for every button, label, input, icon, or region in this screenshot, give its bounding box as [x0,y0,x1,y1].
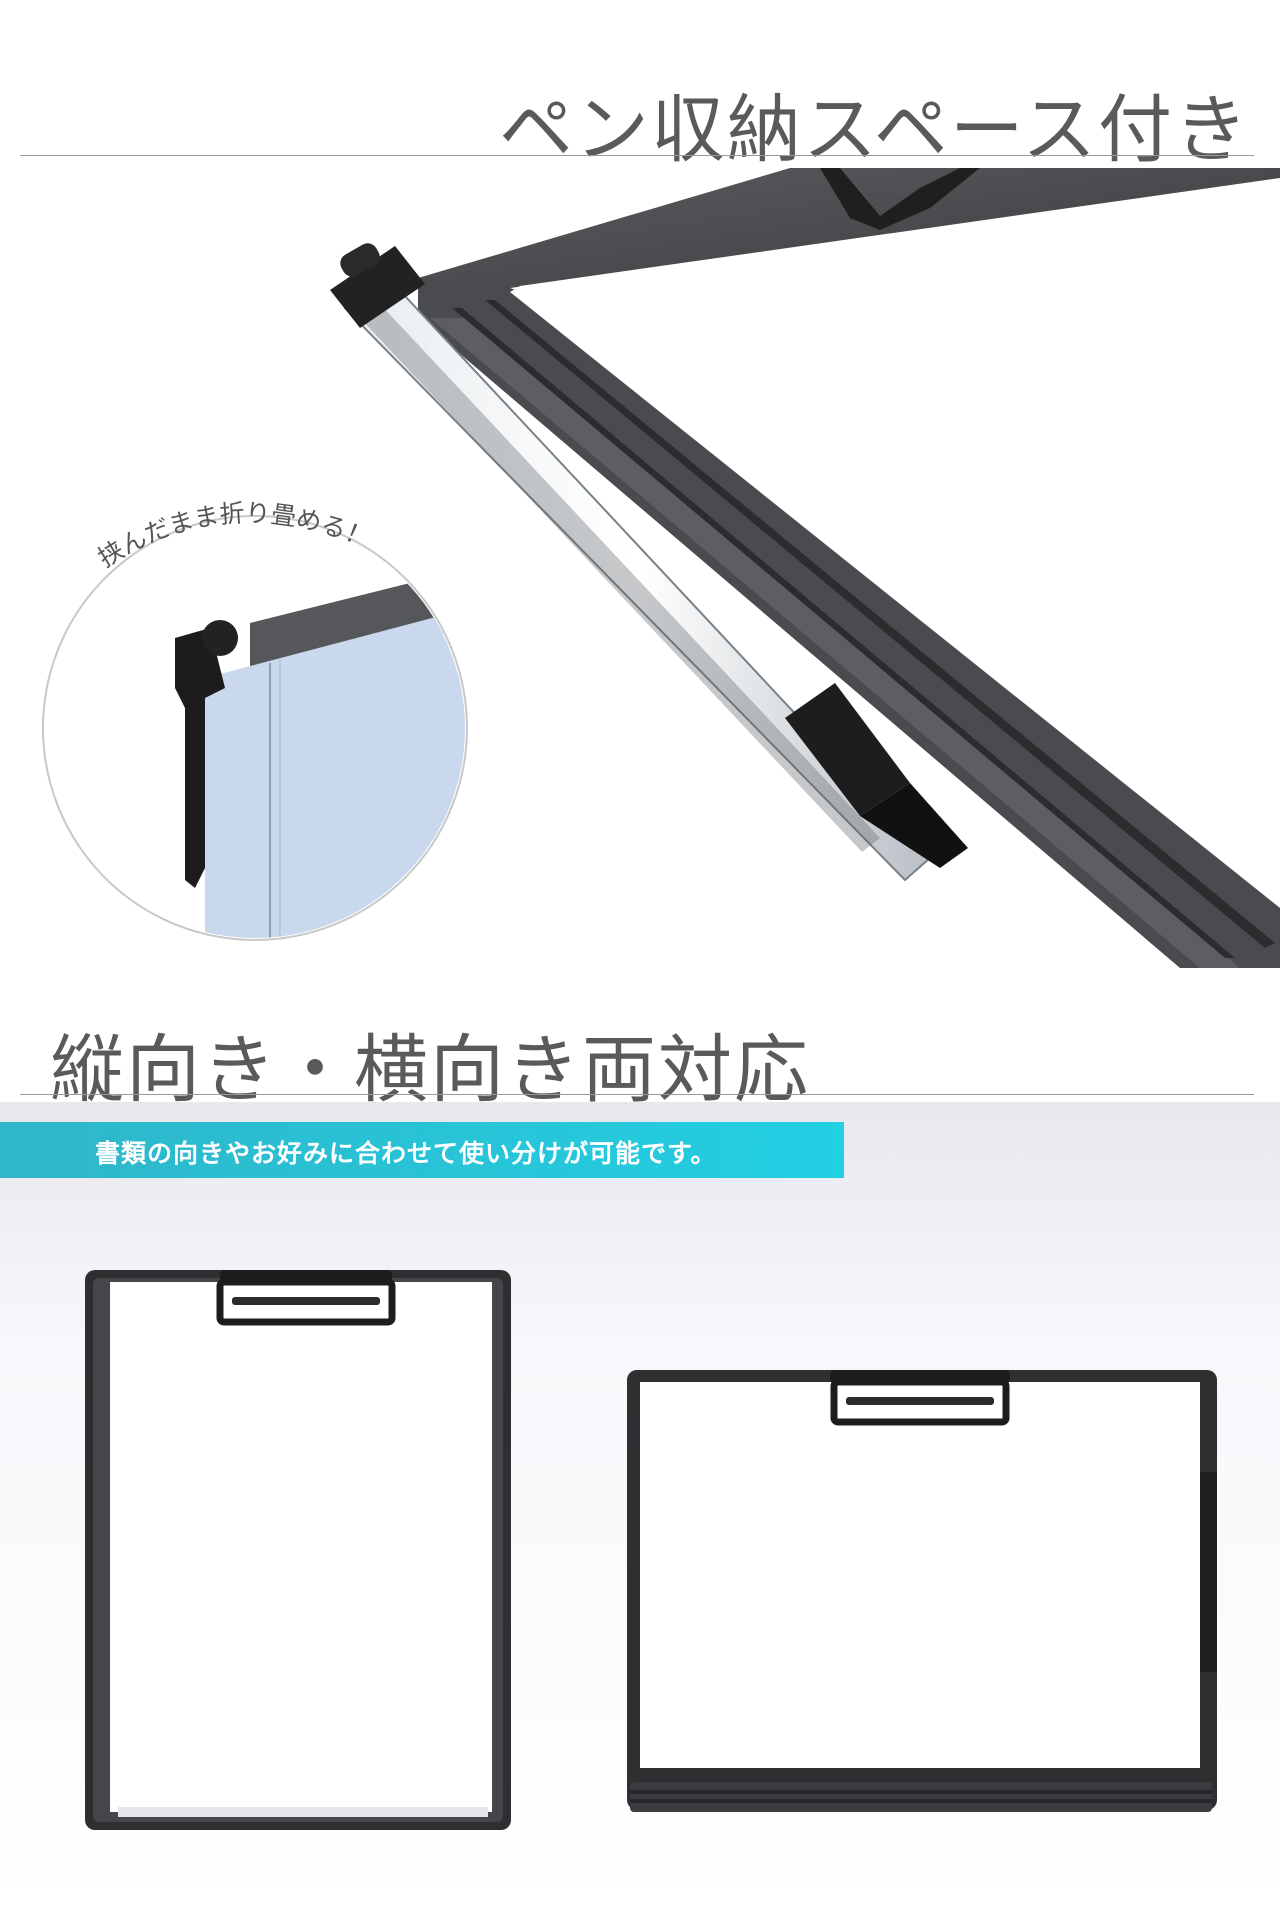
section-title-pen-storage: ペン収納スペース付き [498,87,1250,173]
section-divider [20,155,1254,156]
feature-banner: 書類の向きやお好みに合わせて使い分けが可能です。 [0,1122,844,1178]
section-title-orientation: 縦向き・横向き両対応 [50,1027,810,1113]
clipboard-landscape [627,1370,1217,1812]
clipboard-portrait [85,1270,511,1830]
section-divider [20,1094,1254,1095]
product-photo-orientations [0,1102,1280,1911]
callout-caption: 挟んだまま折り畳める！ [93,498,375,572]
banner-text: 書類の向きやお好みに合わせて使い分けが可能です。 [95,1139,717,1168]
callout-caption-layer: 挟んだまま折り畳める！ [93,498,375,572]
